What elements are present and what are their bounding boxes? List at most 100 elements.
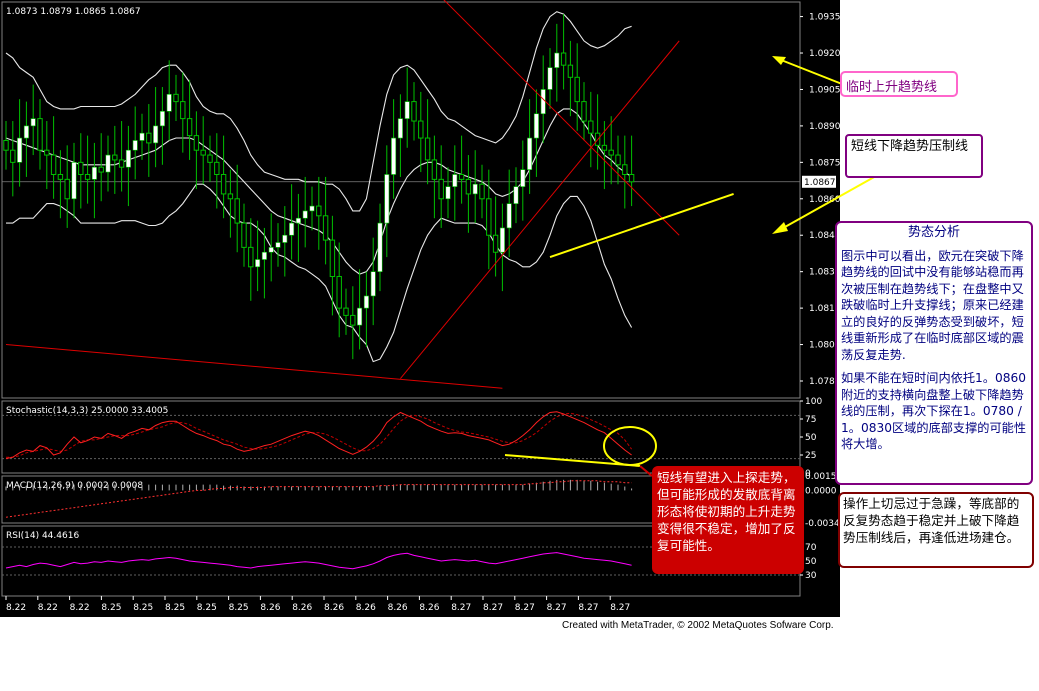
rsi-tick-label: 30 bbox=[805, 571, 817, 581]
candle-body-up bbox=[255, 259, 261, 268]
downtrend-label: 短线下降趋势压制线 bbox=[845, 134, 983, 178]
price-tick-label: 1.0860 bbox=[809, 195, 841, 205]
time-tick-label: 8.25 bbox=[133, 603, 153, 613]
candle-body-down bbox=[486, 198, 492, 236]
price-tick-label: 1.0905 bbox=[809, 85, 841, 95]
time-tick-label: 8.25 bbox=[197, 603, 217, 613]
current-price-label: 1.0867 bbox=[804, 178, 836, 188]
stochastic-tick-label: 75 bbox=[805, 415, 816, 425]
candle-body-down bbox=[336, 276, 342, 309]
macd-tick-label: 0.0000 bbox=[805, 486, 837, 496]
candle-body-down bbox=[57, 173, 64, 180]
candle-body-down bbox=[418, 120, 424, 139]
candle-body-up bbox=[533, 113, 539, 139]
stochastic-tick-label: 50 bbox=[805, 433, 817, 443]
candle-body-up bbox=[547, 67, 553, 90]
candle-body-down bbox=[438, 178, 444, 200]
candle-body-up bbox=[499, 227, 505, 253]
candle-body-down bbox=[98, 166, 104, 173]
time-tick-label: 8.27 bbox=[578, 603, 598, 613]
time-tick-label: 8.26 bbox=[292, 603, 312, 613]
candle-body-up bbox=[377, 222, 383, 272]
analysis-paragraph-2: 如果不能在短时间内依托1。0860附近的支持横向盘整上破下降趋势线的压制，再次下… bbox=[841, 371, 1027, 451]
candle-body-down bbox=[214, 161, 220, 175]
rsi-tick-label: 50 bbox=[805, 557, 817, 567]
credit-text: Created with MetaTrader, © 2002 MetaQuot… bbox=[562, 620, 834, 631]
candle-body-down bbox=[492, 234, 499, 253]
candle-body-up bbox=[139, 132, 145, 141]
candle-body-up bbox=[384, 174, 390, 224]
price-tick-label: 1.0935 bbox=[809, 13, 841, 23]
candle-body-up bbox=[540, 89, 546, 115]
candle-body-down bbox=[574, 76, 580, 103]
time-tick-label: 8.22 bbox=[38, 603, 58, 613]
candle-body-down bbox=[200, 149, 206, 156]
candle-body-down bbox=[567, 64, 574, 78]
candle-body-down bbox=[458, 173, 465, 180]
time-tick-label: 8.25 bbox=[101, 603, 121, 613]
time-tick-label: 8.27 bbox=[547, 603, 567, 613]
candle-body-down bbox=[329, 239, 336, 278]
uptrend-label: 临时上升趋势线 bbox=[840, 71, 958, 97]
candle-body-up bbox=[391, 137, 397, 175]
candle-body-up bbox=[302, 210, 308, 219]
candle-body-down bbox=[193, 135, 200, 151]
candle-body-down bbox=[316, 205, 322, 217]
time-tick-label: 8.25 bbox=[165, 603, 185, 613]
candle-body-up bbox=[125, 149, 131, 168]
candle-body-down bbox=[431, 159, 438, 180]
candle-body-down bbox=[622, 164, 628, 175]
candle-body-down bbox=[227, 193, 234, 200]
candle-body-down bbox=[581, 101, 587, 122]
rsi-label: RSI(14) 44.4616 bbox=[6, 531, 79, 541]
candle-body-down bbox=[615, 154, 621, 166]
price-tick-label: 1.0875 bbox=[809, 158, 841, 168]
candle-body-down bbox=[207, 154, 213, 163]
price-tick-label: 1.0920 bbox=[809, 49, 841, 59]
candle-body-down bbox=[78, 161, 84, 175]
candle-body-down bbox=[608, 149, 614, 156]
candle-body-up bbox=[357, 307, 363, 326]
candle-body-down bbox=[560, 52, 567, 66]
time-tick-label: 8.22 bbox=[6, 603, 26, 613]
candle-body-down bbox=[10, 149, 16, 163]
candle-body-up bbox=[282, 234, 288, 243]
operation-note: 操作上切忌过于急躁，等底部的反复势态趋于稳定并上破下降趋势压制线后，再逢低进场建… bbox=[838, 492, 1034, 568]
time-tick-label: 8.22 bbox=[70, 603, 90, 613]
candle-body-down bbox=[186, 118, 193, 137]
stochastic-tick-label: 25 bbox=[805, 451, 816, 461]
candle-body-down bbox=[628, 173, 635, 183]
candle-body-down bbox=[234, 198, 240, 224]
candle-body-down bbox=[322, 215, 329, 241]
candle-body-up bbox=[71, 162, 77, 200]
candle-body-up bbox=[370, 271, 376, 297]
candle-body-up bbox=[30, 118, 36, 127]
time-tick-label: 8.26 bbox=[260, 603, 280, 613]
candle-body-down bbox=[601, 144, 608, 151]
candle-body-up bbox=[527, 137, 533, 170]
candle-body-down bbox=[118, 159, 125, 168]
candle-body-up bbox=[452, 174, 458, 187]
analysis-box: 势态分析 图示中可以看出，欧元在突破下降趋势线的回试中没有能够站稳而再次被压制在… bbox=[835, 221, 1033, 485]
candle-body-up bbox=[554, 52, 560, 68]
time-tick-label: 8.27 bbox=[610, 603, 630, 613]
stochastic-tick-label: 100 bbox=[805, 397, 822, 407]
candle-body-up bbox=[166, 94, 172, 112]
candle-body-up bbox=[159, 111, 165, 127]
candle-body-up bbox=[404, 101, 410, 119]
candle-body-up bbox=[268, 247, 274, 253]
candle-body-down bbox=[44, 149, 50, 156]
candle-body-up bbox=[105, 154, 111, 173]
candle-body-down bbox=[37, 118, 43, 151]
candle-body-up bbox=[23, 125, 29, 139]
candle-body-up bbox=[295, 217, 301, 224]
macd-tick-label: 0.0015 bbox=[805, 472, 837, 482]
candle-body-up bbox=[132, 140, 138, 151]
candle-body-up bbox=[309, 205, 315, 212]
macd-tick-label: -0.0034 bbox=[805, 519, 840, 529]
candle-body-down bbox=[350, 314, 356, 326]
candle-body-up bbox=[520, 169, 526, 187]
candle-body-up bbox=[513, 186, 519, 204]
time-tick-label: 8.26 bbox=[356, 603, 376, 613]
candle-body-down bbox=[220, 173, 227, 195]
